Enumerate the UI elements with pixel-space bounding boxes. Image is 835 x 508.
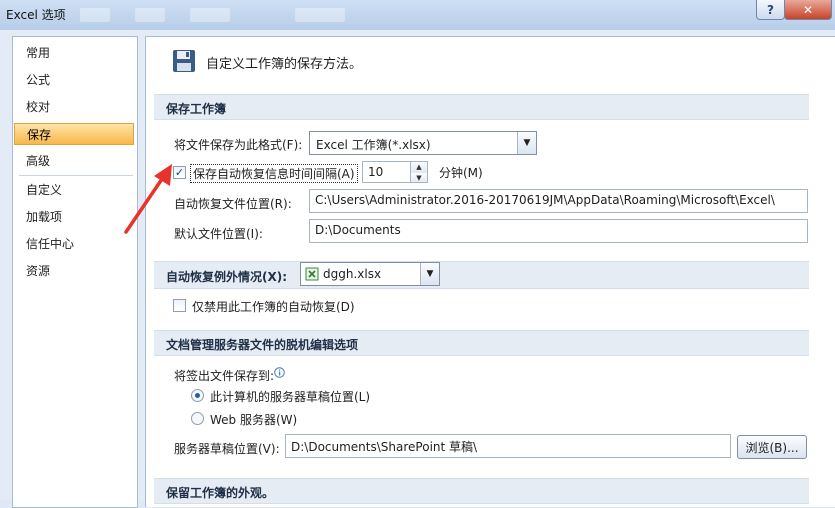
disable-autorecover-label: 仅禁用此工作簿的自动恢复(D) [192,300,355,314]
chevron-down-icon[interactable]: ▼ [517,132,536,154]
sidebar-item-trust-center[interactable]: 信任中心 [14,233,134,255]
sidebar-item-resources[interactable]: 资源 [14,260,134,282]
sidebar-item-proofing[interactable]: 校对 [14,96,134,118]
sidebar-item-customize[interactable]: 自定义 [14,179,134,201]
autorecover-minutes-value: 10 [368,165,384,179]
minutes-label: 分钟(M) [439,166,483,180]
section-title: 文档管理服务器文件的脱机编辑选项 [166,338,359,352]
close-button[interactable]: ✕ [784,0,832,20]
section-autorecover-exceptions: 自动恢复例外情况(X): [154,261,809,289]
browse-button[interactable]: 浏览(B)... [737,435,807,459]
excel-file-icon [305,267,319,281]
info-icon [274,367,285,378]
radio-web-server-label: Web 服务器(W) [210,413,298,427]
exception-workbook-dropdown[interactable]: dggh.xlsx ▼ [300,262,440,286]
help-button[interactable]: ? [756,0,785,20]
spin-down-icon[interactable]: ▼ [411,173,427,182]
section-title: 保存工作簿 [166,102,227,116]
background-ribbon-ghost [295,8,345,22]
drafts-location-label: 服务器草稿位置(V): [174,442,280,456]
autorecover-location-label: 自动恢复文件位置(R): [174,197,292,211]
spin-control[interactable]: ▲ ▼ [410,162,427,182]
section-save-workbooks: 保存工作簿 [154,94,809,120]
sidebar-item-addins[interactable]: 加载项 [14,206,134,228]
sidebar-item-popular[interactable]: 常用 [14,42,134,64]
drafts-location-input[interactable]: D:\Documents\SharePoint 草稿\ [285,434,731,458]
autorecover-label: 保存自动恢复信息时间间隔(A) [190,164,358,183]
background-ribbon-ghost [190,8,230,22]
save-format-label: 将文件保存为此格式(F): [174,138,303,152]
annotation-arrow-icon [124,164,172,234]
section-offline-editing: 文档管理服务器文件的脱机编辑选项 [154,330,809,356]
sidebar-divider [19,175,133,176]
radio-web-server[interactable] [191,412,204,425]
background-ribbon-ghost [135,8,165,22]
spin-up-icon[interactable]: ▲ [411,162,427,173]
window-title: Excel 选项 [6,8,66,22]
save-format-dropdown[interactable]: Excel 工作簿(*.xlsx) ▼ [309,131,537,155]
disable-autorecover-checkbox[interactable] [173,299,186,312]
settings-pane: 自定义工作簿的保存方法。 保存工作簿 将文件保存为此格式(F): Excel 工… [145,36,835,507]
checkout-location-label: 将签出文件保存到: [174,369,275,383]
autorecover-minutes-stepper[interactable]: 10 ▲ ▼ [362,161,428,183]
radio-local-drafts[interactable] [191,389,204,402]
default-location-label: 默认文件位置(I): [174,227,263,241]
autorecover-location-input[interactable]: C:\Users\Administrator.2016-20170619JM\A… [309,189,808,213]
save-format-value: Excel 工作簿(*.xlsx) [316,138,431,152]
floppy-disk-icon [173,50,195,72]
background-ribbon-ghost [80,8,110,22]
sidebar-item-save[interactable]: 保存 [14,123,134,145]
page-description: 自定义工作簿的保存方法。 [206,57,363,72]
title-bar: Excel 选项 ? ✕ [0,0,835,31]
chevron-down-icon[interactable]: ▼ [420,263,439,285]
radio-local-drafts-label: 此计算机的服务器草稿位置(L) [210,390,371,404]
section-title: 自动恢复例外情况(X): [166,270,288,284]
category-sidebar: 常用 公式 校对 保存 高级 自定义 加载项 信任中心 资源 [12,36,138,508]
sidebar-item-formulas[interactable]: 公式 [14,69,134,91]
exception-workbook-value: dggh.xlsx [323,267,382,281]
section-preserve-appearance: 保留工作簿的外观。 [154,478,809,504]
options-dialog: 常用 公式 校对 保存 高级 自定义 加载项 信任中心 资源 自定义工作簿的保存… [0,30,835,508]
default-location-input[interactable]: D:\Documents [309,219,808,243]
section-title: 保留工作簿的外观。 [166,486,275,500]
sidebar-item-advanced[interactable]: 高级 [14,150,134,172]
